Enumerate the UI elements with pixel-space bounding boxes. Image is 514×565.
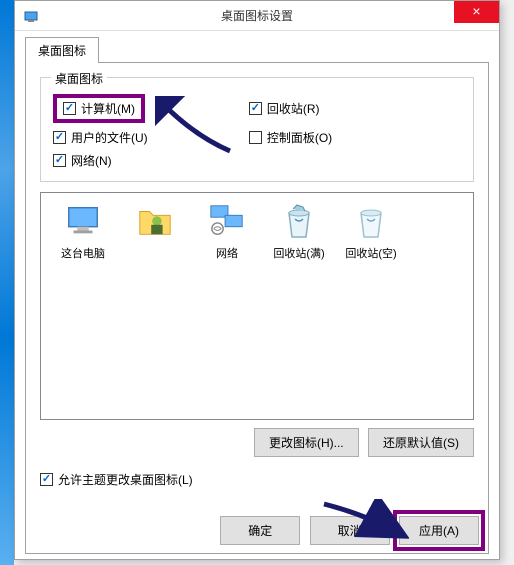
close-button[interactable]: × bbox=[454, 1, 499, 23]
network-icon bbox=[207, 201, 247, 241]
recycle-bin-empty-icon bbox=[351, 201, 391, 241]
icon-binempty[interactable]: 回收站(空) bbox=[335, 201, 407, 261]
checkbox-recyclebin[interactable] bbox=[249, 102, 262, 115]
highlight-apply: 应用(A) bbox=[393, 510, 485, 551]
tab-desktop-icons[interactable]: 桌面图标 bbox=[25, 37, 99, 63]
checkbox-userfiles[interactable] bbox=[53, 131, 66, 144]
icon-preview-panel: 这台电脑 网络 bbox=[40, 192, 474, 420]
folder-icon bbox=[135, 201, 175, 241]
checkbox-computer[interactable] bbox=[63, 102, 76, 115]
icon-thispc[interactable]: 这台电脑 bbox=[47, 201, 119, 261]
checkbox-allow-themes[interactable] bbox=[40, 473, 53, 486]
label-network: 网络(N) bbox=[71, 152, 112, 169]
cancel-button[interactable]: 取消 bbox=[310, 516, 390, 545]
change-icon-button[interactable]: 更改图标(H)... bbox=[254, 428, 359, 457]
groupbox-title: 桌面图标 bbox=[51, 70, 107, 87]
footer-buttons: 确定 取消 应用(A) bbox=[214, 510, 485, 551]
label-allow-themes: 允许主题更改桌面图标(L) bbox=[58, 471, 193, 488]
icon-userfolder[interactable] bbox=[119, 201, 191, 261]
icon-label-thispc: 这台电脑 bbox=[47, 245, 119, 261]
window-icon bbox=[23, 8, 39, 24]
icon-label-network: 网络 bbox=[191, 245, 263, 261]
desktop-strip bbox=[0, 0, 14, 565]
label-recyclebin: 回收站(R) bbox=[267, 100, 320, 117]
highlight-computer: 计算机(M) bbox=[53, 94, 145, 123]
label-controlpanel: 控制面板(O) bbox=[267, 129, 332, 146]
window-title: 桌面图标设置 bbox=[221, 7, 293, 24]
icon-label-binempty: 回收站(空) bbox=[335, 245, 407, 261]
tab-content: 桌面图标 计算机(M) 回收站(R) bbox=[25, 62, 489, 554]
apply-button[interactable]: 应用(A) bbox=[399, 516, 479, 545]
checkbox-controlpanel[interactable] bbox=[249, 131, 262, 144]
groupbox-desktop-icons: 桌面图标 计算机(M) 回收站(R) bbox=[40, 77, 474, 182]
dialog-window: 桌面图标设置 × 桌面图标 桌面图标 计算机(M) 回收站(R) bbox=[14, 0, 500, 560]
label-computer: 计算机(M) bbox=[81, 100, 135, 117]
checkbox-network[interactable] bbox=[53, 154, 66, 167]
icon-button-row: 更改图标(H)... 还原默认值(S) bbox=[40, 428, 474, 457]
allow-themes-row: 允许主题更改桌面图标(L) bbox=[40, 471, 474, 488]
restore-defaults-button[interactable]: 还原默认值(S) bbox=[368, 428, 474, 457]
ok-button[interactable]: 确定 bbox=[220, 516, 300, 545]
icon-binfull[interactable]: 回收站(满) bbox=[263, 201, 335, 261]
label-userfiles: 用户的文件(U) bbox=[71, 129, 148, 146]
monitor-icon bbox=[63, 201, 103, 241]
tab-area: 桌面图标 桌面图标 计算机(M) 回收站(R) bbox=[15, 31, 499, 554]
titlebar: 桌面图标设置 × bbox=[15, 1, 499, 31]
recycle-bin-full-icon bbox=[279, 201, 319, 241]
icon-network[interactable]: 网络 bbox=[191, 201, 263, 261]
icon-label-binfull: 回收站(满) bbox=[263, 245, 335, 261]
